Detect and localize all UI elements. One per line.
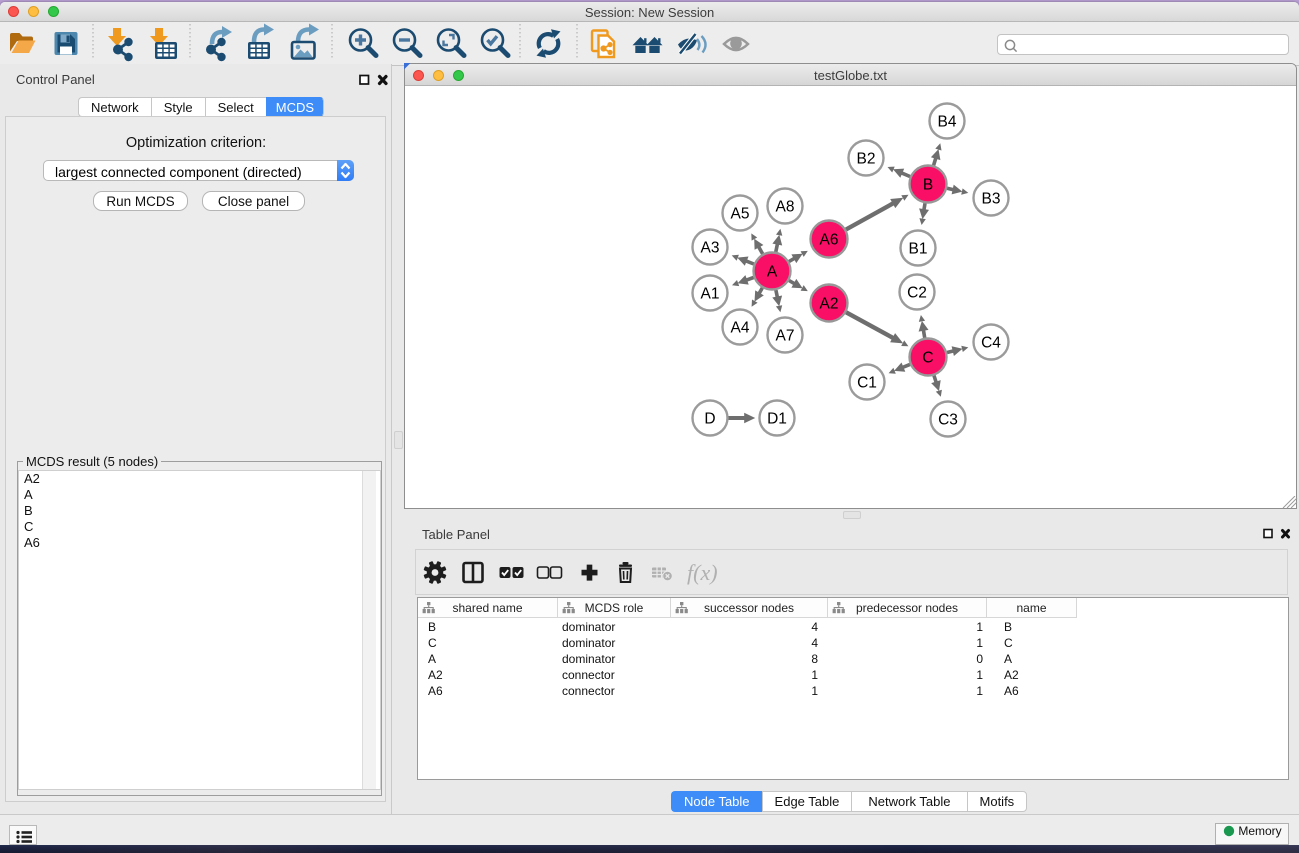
svg-text:D1: D1 xyxy=(767,411,787,428)
svg-text:D: D xyxy=(704,411,715,428)
svg-text:A: A xyxy=(767,264,778,281)
svg-text:A1: A1 xyxy=(701,286,720,303)
svg-text:A8: A8 xyxy=(776,199,795,216)
svg-text:C4: C4 xyxy=(981,335,1001,352)
svg-text:B1: B1 xyxy=(909,241,928,258)
svg-text:C1: C1 xyxy=(857,375,877,392)
svg-text:A2: A2 xyxy=(820,296,839,313)
svg-text:C2: C2 xyxy=(907,285,927,302)
svg-text:B2: B2 xyxy=(857,151,876,168)
svg-text:B4: B4 xyxy=(938,114,957,131)
svg-text:A5: A5 xyxy=(731,206,750,223)
svg-text:A6: A6 xyxy=(820,232,839,249)
svg-text:B3: B3 xyxy=(982,191,1001,208)
svg-text:A7: A7 xyxy=(776,328,795,345)
svg-text:f(x): f(x) xyxy=(687,560,718,585)
svg-text:B: B xyxy=(923,177,933,194)
svg-text:A4: A4 xyxy=(731,320,750,337)
svg-text:C: C xyxy=(922,350,933,367)
svg-text:A3: A3 xyxy=(701,240,720,257)
svg-text:C3: C3 xyxy=(938,412,958,429)
